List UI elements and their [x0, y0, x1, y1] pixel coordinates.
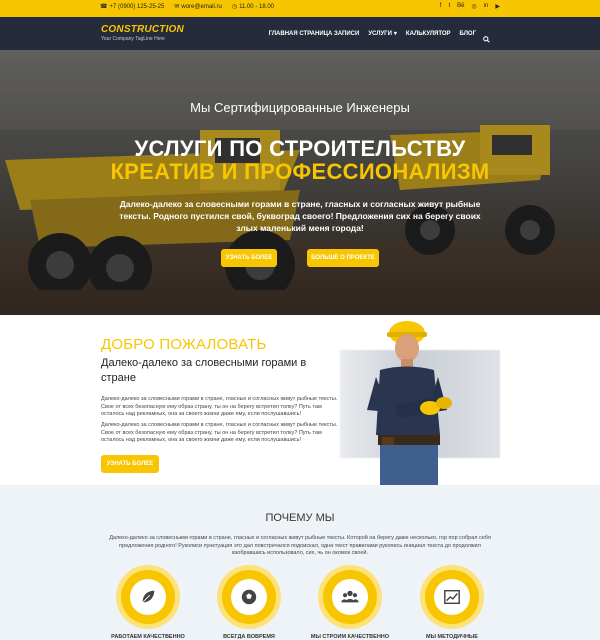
- hero-description: Далеко-далеко за словесными горами в стр…: [119, 199, 481, 233]
- behance-icon[interactable]: Bē: [457, 3, 464, 10]
- feature-methodical[interactable]: [420, 565, 484, 629]
- phone-contact[interactable]: ☎ +7 (0900) 125-25-25: [100, 3, 165, 11]
- nav-item-blog[interactable]: БЛОГ: [460, 31, 476, 37]
- feature-circle-inner: [231, 579, 267, 615]
- welcome-paragraph-2: Далеко-далеко за словесными горами в стр…: [101, 422, 338, 443]
- chart-icon: [444, 589, 460, 605]
- search-icon[interactable]: [483, 30, 490, 48]
- why-us-description: Далеко-далеко за словесными горами в стр…: [109, 535, 491, 556]
- nav-item-services[interactable]: УСЛУГИ ▾: [368, 30, 397, 38]
- nav-item-label: КАЛЬКУЛЯТОР: [405, 30, 451, 37]
- feature-quality-work[interactable]: [116, 565, 180, 629]
- linkedin-icon[interactable]: in: [484, 3, 489, 10]
- facebook-icon[interactable]: f: [440, 3, 442, 10]
- hero-subtitle: Мы Сертифицированные Инженеры: [190, 100, 410, 115]
- navbar: CONSTRUCTION Your Company TagLine Here Г…: [0, 17, 600, 50]
- feature-label-build-quality: МЫ СТРОИМ КАЧЕСТВЕННО: [310, 634, 390, 640]
- feature-circle-inner: [332, 579, 368, 615]
- why-us-title: ПОЧЕМУ МЫ: [265, 512, 335, 524]
- feature-circle-inner: [434, 579, 470, 615]
- soccer-ball-icon: [241, 589, 257, 605]
- twitter-icon[interactable]: t: [448, 3, 450, 10]
- feature-label-quality-work: РАБОТАЕМ КАЧЕСТВЕННО: [111, 634, 185, 640]
- hero-title-line2: КРЕАТИВ И ПРОФЕССИОНАЛИЗМ: [110, 159, 490, 184]
- leaf-icon: [141, 590, 155, 604]
- phone-text: +7 (0900) 125-25-25: [109, 3, 165, 10]
- top-bar: ☎ +7 (0900) 125-25-25 ✉ wore@email.ru ◷ …: [0, 0, 600, 17]
- nav-item-calculator[interactable]: КАЛЬКУЛЯТОР: [406, 31, 451, 37]
- logo-brand: CONSTRUCTION: [101, 24, 184, 35]
- logo[interactable]: CONSTRUCTION Your Company TagLine Here: [101, 24, 184, 42]
- team-icon: [341, 590, 359, 603]
- welcome-title: ДОБРО ПОЖАЛОВАТЬ: [101, 336, 267, 353]
- feature-build-quality[interactable]: [318, 565, 382, 629]
- youtube-icon[interactable]: ▶: [495, 3, 500, 10]
- construction-worker-image: [367, 321, 452, 485]
- nav-item-label: БЛОГ: [459, 30, 476, 37]
- email-contact[interactable]: ✉ wore@email.ru: [174, 3, 222, 11]
- feature-label-methodical: МЫ МЕТОДИЧНЫЕ: [426, 634, 478, 640]
- project-details-button[interactable]: БОЛЬШЕ О ПРОЕКТЕ: [307, 249, 379, 267]
- welcome-subtitle: Далеко-далеко за словесными горами в стр…: [101, 357, 307, 384]
- welcome-learn-more-button[interactable]: УЗНАТЬ БОЛЕЕ: [101, 455, 159, 473]
- why-us-section: ПОЧЕМУ МЫ Далеко-далеко за словесными го…: [0, 485, 600, 640]
- nav-item-label: УСЛУГИ: [368, 30, 392, 37]
- phone-icon: ☎: [100, 4, 108, 10]
- hero-banner: Мы Сертифицированные Инженеры УСЛУГИ ПО …: [0, 50, 600, 315]
- clock-icon: ◷: [231, 4, 238, 10]
- welcome-section: ДОБРО ПОЖАЛОВАТЬ Далеко-далеко за словес…: [0, 315, 600, 485]
- hours-text: 11.00 - 18.00: [239, 3, 274, 10]
- logo-tagline: Your Company TagLine Here: [101, 36, 165, 42]
- email-text: wore@email.ru: [181, 3, 222, 10]
- dribbble-icon[interactable]: ◎: [471, 3, 476, 10]
- envelope-icon: ✉: [174, 4, 180, 10]
- feature-always-on-time[interactable]: [217, 565, 281, 629]
- nav-item-home[interactable]: ГЛАВНАЯ СТРАНИЦА ЗАПИСИ: [269, 31, 360, 37]
- main-menu: ГЛАВНАЯ СТРАНИЦА ЗАПИСИ УСЛУГИ ▾ КАЛЬКУЛЯ…: [269, 30, 476, 38]
- nav-item-label: ГЛАВНАЯ СТРАНИЦА ЗАПИСИ: [268, 30, 360, 37]
- welcome-paragraph-1: Далеко-далеко за словесными горами в стр…: [101, 396, 338, 417]
- chevron-down-icon: ▾: [393, 31, 397, 37]
- feature-circle-inner: [130, 579, 166, 615]
- hours-contact: ◷ 11.00 - 18.00: [231, 3, 274, 11]
- learn-more-button[interactable]: УЗНАТЬ БОЛЕЕ: [221, 249, 277, 267]
- contact-info: ☎ +7 (0900) 125-25-25 ✉ wore@email.ru ◷ …: [100, 3, 274, 11]
- feature-label-always-on-time: ВСЕГДА ВОВРЕМЯ: [223, 634, 275, 640]
- social-links: f t Bē ◎ in ▶: [440, 3, 500, 10]
